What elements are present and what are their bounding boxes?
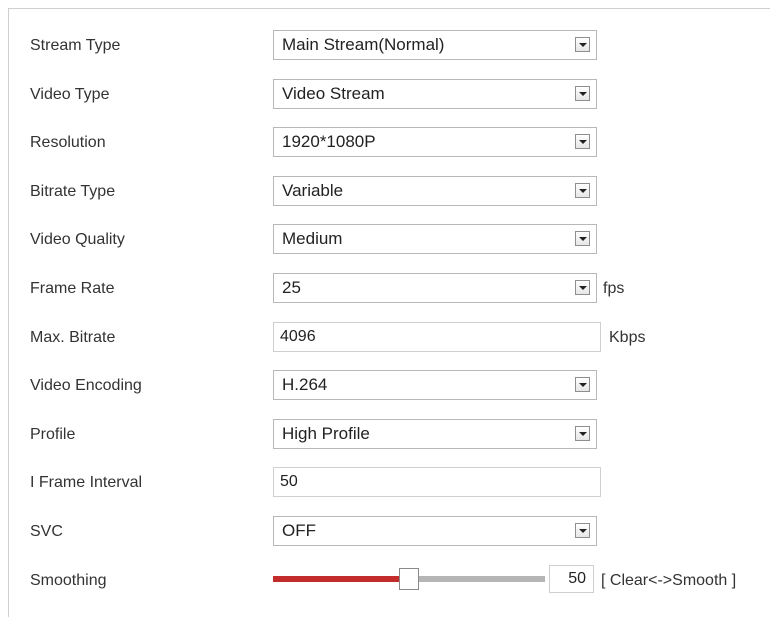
row-smoothing: Smoothing 50 [ Clear<->Smooth ] <box>0 565 770 597</box>
profile-value: High Profile <box>282 424 370 443</box>
smoothing-range-hint: [ Clear<->Smooth ] <box>601 572 737 589</box>
chevron-down-icon[interactable] <box>575 86 590 101</box>
max-bitrate-unit: Kbps <box>609 329 646 346</box>
chevron-down-icon[interactable] <box>575 377 590 392</box>
chevron-down-icon[interactable] <box>575 134 590 149</box>
i-frame-interval-input[interactable]: 50 <box>273 467 601 497</box>
chevron-down-icon[interactable] <box>575 37 590 52</box>
resolution-label: Resolution <box>30 134 106 151</box>
profile-select[interactable]: High Profile <box>273 419 597 449</box>
row-max-bitrate: Max. Bitrate 4096 Kbps <box>0 322 770 354</box>
row-stream-type: Stream Type Main Stream(Normal) <box>0 30 770 62</box>
smoothing-label: Smoothing <box>30 572 107 589</box>
frame-top-border <box>8 8 770 9</box>
chevron-down-icon[interactable] <box>575 183 590 198</box>
resolution-value: 1920*1080P <box>282 132 376 151</box>
video-type-label: Video Type <box>30 86 110 103</box>
row-video-type: Video Type Video Stream <box>0 79 770 111</box>
chevron-down-icon[interactable] <box>575 231 590 246</box>
bitrate-type-label: Bitrate Type <box>30 183 116 200</box>
row-video-encoding: Video Encoding H.264 <box>0 370 770 402</box>
max-bitrate-label: Max. Bitrate <box>30 329 116 346</box>
video-type-select[interactable]: Video Stream <box>273 79 597 109</box>
bitrate-type-select[interactable]: Variable <box>273 176 597 206</box>
smoothing-value-input[interactable]: 50 <box>549 565 594 593</box>
bitrate-type-value: Variable <box>282 181 344 200</box>
row-svc: SVC OFF <box>0 516 770 548</box>
video-quality-label: Video Quality <box>30 231 125 248</box>
frame-rate-select[interactable]: 25 <box>273 273 597 303</box>
row-bitrate-type: Bitrate Type Variable <box>0 176 770 208</box>
row-frame-rate: Frame Rate 25 fps <box>0 273 770 305</box>
chevron-down-icon[interactable] <box>575 523 590 538</box>
svc-select[interactable]: OFF <box>273 516 597 546</box>
row-video-quality: Video Quality Medium <box>0 224 770 256</box>
frame-rate-value: 25 <box>282 278 301 297</box>
video-type-value: Video Stream <box>282 84 385 103</box>
row-profile: Profile High Profile <box>0 419 770 451</box>
stream-type-select[interactable]: Main Stream(Normal) <box>273 30 597 60</box>
resolution-select[interactable]: 1920*1080P <box>273 127 597 157</box>
smoothing-slider-thumb[interactable] <box>399 568 419 590</box>
max-bitrate-value: 4096 <box>280 328 316 345</box>
video-quality-value: Medium <box>282 229 343 248</box>
video-encoding-select[interactable]: H.264 <box>273 370 597 400</box>
video-quality-select[interactable]: Medium <box>273 224 597 254</box>
video-encoding-value: H.264 <box>282 375 328 394</box>
smoothing-slider-fill <box>273 576 409 582</box>
svc-label: SVC <box>30 523 63 540</box>
profile-label: Profile <box>30 426 76 443</box>
frame-rate-unit: fps <box>603 280 625 297</box>
i-frame-interval-value: 50 <box>280 473 298 490</box>
svc-value: OFF <box>282 521 316 540</box>
i-frame-interval-label: I Frame Interval <box>30 474 143 491</box>
smoothing-slider[interactable] <box>273 568 545 590</box>
row-resolution: Resolution 1920*1080P <box>0 127 770 159</box>
chevron-down-icon[interactable] <box>575 426 590 441</box>
row-i-frame-interval: I Frame Interval 50 <box>0 467 770 499</box>
stream-type-value: Main Stream(Normal) <box>282 35 445 54</box>
stream-type-label: Stream Type <box>30 37 121 54</box>
chevron-down-icon[interactable] <box>575 280 590 295</box>
video-encoding-label: Video Encoding <box>30 377 142 394</box>
frame-rate-label: Frame Rate <box>30 280 115 297</box>
max-bitrate-input[interactable]: 4096 <box>273 322 601 352</box>
